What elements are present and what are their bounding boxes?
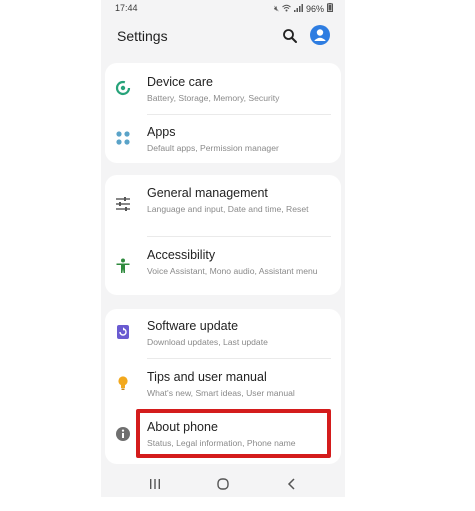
item-title: General management [147,186,268,200]
battery-icon [327,3,333,14]
recents-icon[interactable] [147,476,163,492]
general-management-icon [115,196,131,212]
item-subtitle: Download updates, Last update [147,337,268,347]
item-title: Software update [147,319,239,333]
settings-item-accessibility[interactable]: Accessibility Voice Assistant, Mono audi… [105,237,341,295]
item-subtitle: Battery, Storage, Memory, Security [147,93,280,103]
tips-icon [115,375,131,391]
mute-icon: 🔇︎ [273,3,279,13]
item-subtitle: What's new, Smart ideas, User manual [147,388,295,398]
settings-group-1: Device care Battery, Storage, Memory, Se… [105,63,341,163]
status-time: 17:44 [115,3,138,13]
signal-icon [293,3,303,14]
item-title: Device care [147,75,213,89]
info-icon [115,426,131,442]
item-title: Accessibility [147,248,216,262]
search-icon[interactable] [282,28,298,44]
settings-group-2: General management Language and input, D… [105,175,341,295]
wifi-icon [282,4,291,14]
item-subtitle: Language and input, Date and time, Reset [147,204,309,214]
item-subtitle: Voice Assistant, Mono audio, Assistant m… [147,266,318,276]
item-title: Tips and user manual [147,370,267,384]
settings-item-tips[interactable]: Tips and user manual What's new, Smart i… [105,359,341,409]
battery-percent: 96% [305,3,324,14]
settings-item-software-update[interactable]: Software update Download updates, Last u… [105,309,341,359]
page-title: Settings [117,28,168,44]
status-icons: 🔇︎ 96% [274,3,333,14]
navigation-bar [101,472,345,497]
highlight-box [136,409,331,458]
status-bar: 17:44 🔇︎ 96% [101,0,345,18]
item-title: Apps [147,125,176,139]
settings-item-apps[interactable]: Apps Default apps, Permission manager [105,115,341,163]
software-update-icon [115,324,131,340]
home-icon[interactable] [215,476,231,492]
device-care-icon [115,80,131,96]
settings-header: Settings [101,18,345,54]
accessibility-icon [115,258,131,274]
account-icon[interactable] [310,25,330,45]
settings-item-general-management[interactable]: General management Language and input, D… [105,175,341,235]
apps-icon [115,130,131,146]
back-icon[interactable] [284,476,300,492]
item-subtitle: Default apps, Permission manager [147,143,279,153]
settings-item-device-care[interactable]: Device care Battery, Storage, Memory, Se… [105,63,341,113]
